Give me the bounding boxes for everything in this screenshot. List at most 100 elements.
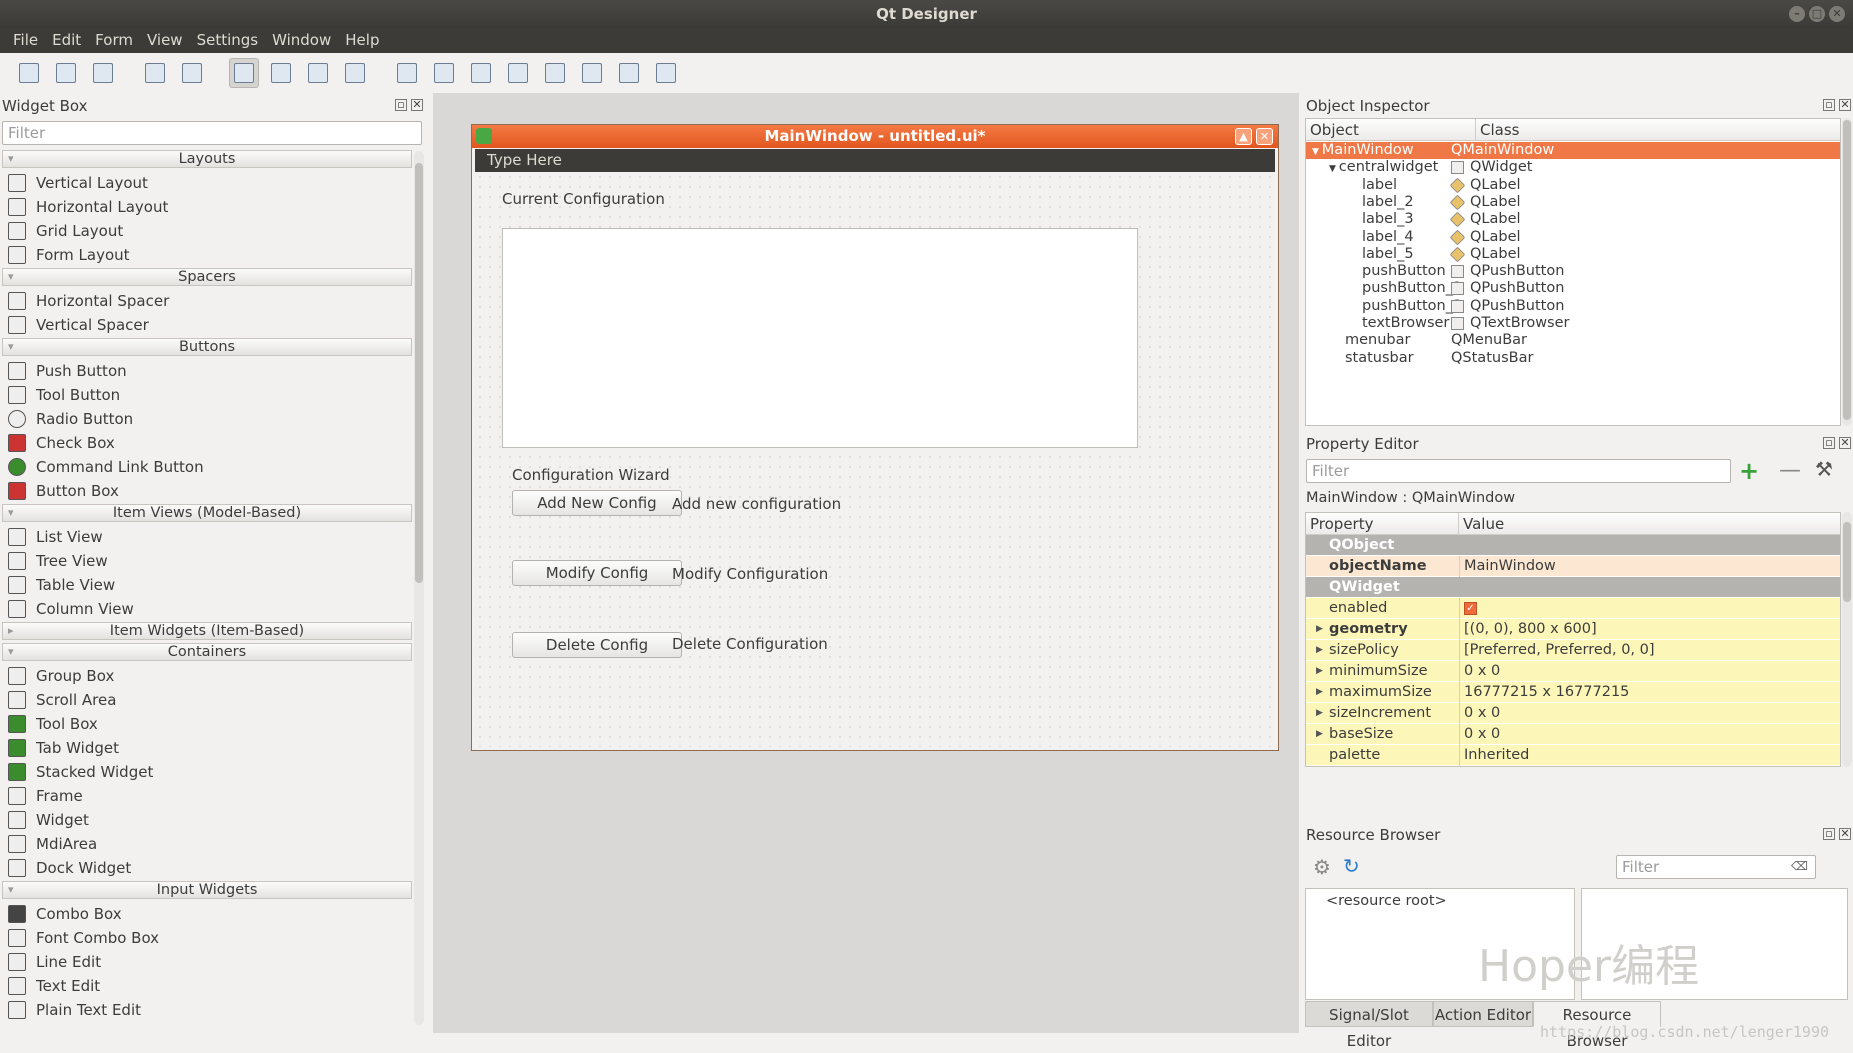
property-value[interactable]: [(0, 0), 800 x 600] — [1459, 619, 1597, 640]
menu-form[interactable]: Form — [88, 28, 140, 53]
close-dock-icon[interactable]: ✕ — [1839, 99, 1851, 111]
float-dock-icon[interactable]: ▫ — [1823, 828, 1835, 840]
property-row-sizeincrement[interactable]: ▶ sizeIncrement 0 x 0 — [1306, 703, 1840, 724]
widget-font-combo-box[interactable]: Font Combo Box — [2, 926, 412, 950]
menu-window[interactable]: Window — [265, 28, 338, 53]
category-input-widgets[interactable]: Input Widgets — [2, 881, 412, 899]
object-row-label[interactable]: label QLabel — [1306, 177, 1840, 194]
layout-vertical-button[interactable] — [429, 58, 459, 88]
expand-arrow-icon[interactable]: ▶ — [1316, 724, 1323, 745]
property-row-palette[interactable]: palette Inherited — [1306, 745, 1840, 766]
object-inspector-scrollbar[interactable] — [1842, 118, 1852, 426]
scrollbar-thumb[interactable] — [1843, 522, 1851, 602]
float-dock-icon[interactable]: ▫ — [1823, 437, 1835, 449]
close-dock-icon[interactable]: ✕ — [411, 99, 423, 111]
add-dynamic-property-icon[interactable]: + — [1739, 457, 1759, 485]
expand-arrow-icon[interactable]: ▶ — [1316, 661, 1323, 682]
widget-form-layout[interactable]: Form Layout — [2, 243, 412, 267]
modify-config-button[interactable]: Modify Config — [512, 560, 682, 586]
float-dock-icon[interactable]: ▫ — [1823, 99, 1835, 111]
expand-arrow-icon[interactable]: ▼ — [1312, 147, 1322, 157]
widget-spin-box[interactable]: Spin Box — [2, 1022, 412, 1025]
text-browser[interactable] — [502, 228, 1138, 448]
property-column-header[interactable]: Property — [1306, 513, 1459, 535]
copy-button[interactable] — [140, 58, 170, 88]
menu-help[interactable]: Help — [338, 28, 386, 53]
object-row-label_3[interactable]: label_3 QLabel — [1306, 211, 1840, 228]
widget-grid-layout[interactable]: Grid Layout — [2, 219, 412, 243]
layout-h-splitter-button[interactable] — [466, 58, 496, 88]
object-inspector-tree[interactable]: Object Class ▼ MainWindow QMainWindow ▼ ce… — [1305, 118, 1841, 426]
edit-tab-order-button[interactable] — [340, 58, 370, 88]
edit-resources-icon[interactable]: ⚙ — [1313, 855, 1331, 879]
object-row-label_2[interactable]: label_2 QLabel — [1306, 194, 1840, 211]
form-canvas[interactable]: Current Configuration Configuration Wiza… — [475, 172, 1275, 747]
object-row-centralwidget[interactable]: ▼ centralwidget QWidget — [1306, 159, 1840, 176]
expand-arrow-icon[interactable]: ▶ — [1316, 640, 1323, 661]
expand-arrow-icon[interactable]: ▶ — [1316, 703, 1323, 724]
widget-horizontal-layout[interactable]: Horizontal Layout — [2, 195, 412, 219]
widget-list-view[interactable]: List View — [2, 525, 412, 549]
property-row-geometry[interactable]: ▶ geometry [(0, 0), 800 x 600] — [1306, 619, 1840, 640]
property-editor-scrollbar[interactable] — [1842, 512, 1852, 767]
form-maximize-button[interactable]: ▲ — [1235, 128, 1252, 145]
clear-filter-icon[interactable]: ⌫ — [1791, 859, 1808, 873]
widget-table-view[interactable]: Table View — [2, 573, 412, 597]
widget-tool-box[interactable]: Tool Box — [2, 712, 412, 736]
property-group-qwidget[interactable]: QWidget — [1306, 577, 1840, 598]
wizard-label[interactable]: Configuration Wizard — [512, 466, 670, 484]
reload-icon[interactable]: ↻ — [1343, 854, 1360, 878]
minimize-window-button[interactable]: – — [1789, 6, 1805, 22]
break-layout-button[interactable] — [614, 58, 644, 88]
close-dock-icon[interactable]: ✕ — [1839, 828, 1851, 840]
object-row-label_4[interactable]: label_4 QLabel — [1306, 229, 1840, 246]
widget-line-edit[interactable]: Line Edit — [2, 950, 412, 974]
widget-tool-button[interactable]: Tool Button — [2, 383, 412, 407]
resource-root-item[interactable]: <resource root> — [1326, 893, 1447, 909]
scrollbar-thumb[interactable] — [1843, 120, 1851, 420]
expand-arrow-icon[interactable]: ▼ — [1329, 164, 1339, 174]
property-filter-input[interactable]: Filter — [1306, 459, 1731, 483]
property-row-enabled[interactable]: enabled ✓ — [1306, 598, 1840, 619]
expand-arrow-icon[interactable]: ▶ — [1316, 766, 1323, 767]
modify-config-desc-label[interactable]: Modify Configuration — [672, 565, 828, 583]
form-menubar[interactable]: Type Here — [475, 149, 1275, 172]
float-dock-icon[interactable]: ▫ — [395, 99, 407, 111]
layout-form-button[interactable] — [577, 58, 607, 88]
widget-box-scrollbar[interactable] — [414, 151, 424, 1025]
category-item-widgets-item-based[interactable]: Item Widgets (Item-Based) — [2, 622, 412, 640]
object-row-label_5[interactable]: label_5 QLabel — [1306, 246, 1840, 263]
property-value[interactable]: ✓ — [1459, 598, 1477, 619]
widget-scroll-area[interactable]: Scroll Area — [2, 688, 412, 712]
layout-grid-button[interactable] — [540, 58, 570, 88]
expand-arrow-icon[interactable]: ▶ — [1316, 619, 1323, 640]
widget-horizontal-spacer[interactable]: Horizontal Spacer — [2, 289, 412, 313]
class-column-header[interactable]: Class — [1476, 119, 1842, 141]
adjust-size-button[interactable] — [651, 58, 681, 88]
category-containers[interactable]: Containers — [2, 643, 412, 661]
delete-config-button[interactable]: Delete Config — [512, 632, 682, 658]
widget-vertical-spacer[interactable]: Vertical Spacer — [2, 313, 412, 337]
widget-radio-button[interactable]: Radio Button — [2, 407, 412, 431]
category-layouts[interactable]: Layouts — [2, 150, 412, 168]
category-item-views-model-based[interactable]: Item Views (Model-Based) — [2, 504, 412, 522]
widget-combo-box[interactable]: Combo Box — [2, 902, 412, 926]
open-file-button[interactable] — [51, 58, 81, 88]
value-column-header[interactable]: Value — [1459, 513, 1840, 535]
form-close-button[interactable]: ✕ — [1256, 128, 1273, 145]
expand-arrow-icon[interactable]: ▶ — [1316, 682, 1323, 703]
add-new-config-button[interactable]: Add New Config — [512, 490, 682, 516]
menu-edit[interactable]: Edit — [45, 28, 88, 53]
remove-dynamic-property-icon[interactable]: — — [1779, 458, 1801, 483]
property-value[interactable]: 0 x 0 — [1459, 703, 1500, 724]
paste-button[interactable] — [177, 58, 207, 88]
property-value[interactable]: A [Ubuntu, 11] — [1459, 766, 1570, 767]
layout-horizontal-button[interactable] — [392, 58, 422, 88]
object-row-statusbar[interactable]: statusbar QStatusBar — [1306, 350, 1840, 367]
tab-signal-slot-editor[interactable]: Signal/Slot Editor — [1305, 1001, 1433, 1050]
property-editor-table[interactable]: Property Value QObject objectName MainWind… — [1305, 512, 1841, 767]
edit-widgets-button[interactable] — [229, 58, 259, 88]
widget-tab-widget[interactable]: Tab Widget — [2, 736, 412, 760]
property-row-sizepolicy[interactable]: ▶ sizePolicy [Preferred, Preferred, 0, 0] — [1306, 640, 1840, 661]
property-value[interactable]: Inherited — [1459, 745, 1529, 766]
